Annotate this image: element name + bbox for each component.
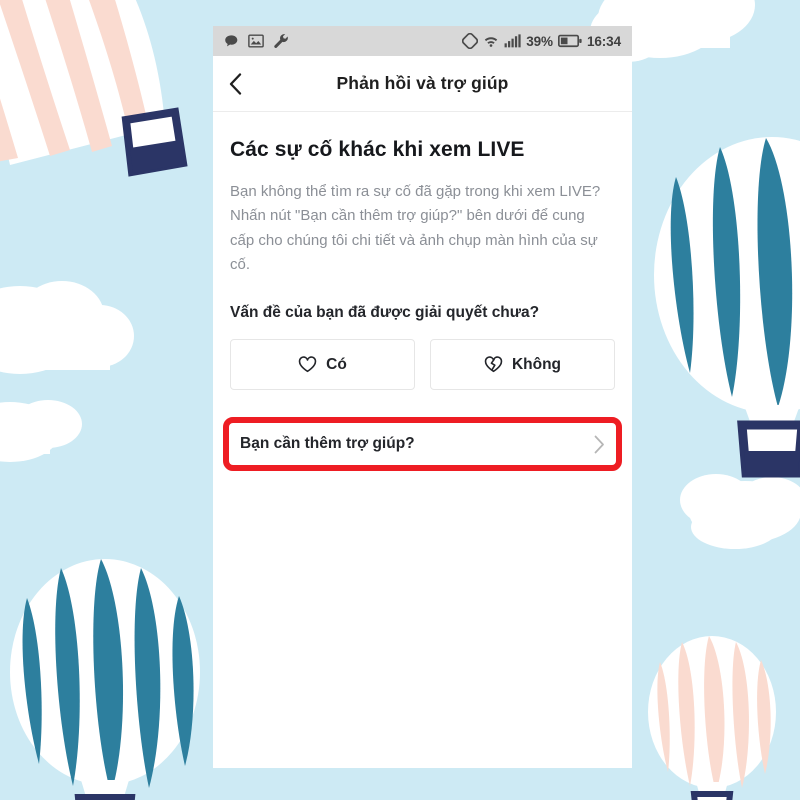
section-heading: Các sự cố khác khi xem LIVE [230,138,525,161]
battery-percent-label: 39% [526,33,553,49]
nav-bar: Phản hồi và trợ giúp [213,56,632,112]
resolution-question: Vấn đề của bạn đã được giải quyết chưa? [230,304,540,322]
broken-heart-icon [484,356,503,373]
answer-no-label: Không [511,355,562,373]
more-help-highlight-wrap: Bạn cần thêm trợ giúp? [223,417,622,472]
wifi-icon [485,37,498,47]
answer-no-button[interactable]: Không [430,339,615,391]
answer-yes-button[interactable]: Có [230,339,415,391]
status-bar-left-icons [224,33,289,49]
wrench-icon [274,34,288,49]
speech-bubble-icon [225,34,238,46]
screenshot-stage: 39% 16:34 Phản hồi và trợ giúp Các sự cố… [0,0,800,800]
rotate-icon [462,33,479,49]
status-bar-right-icons: 39% 16:34 [462,33,621,49]
back-button[interactable] [229,56,269,111]
chevron-right-icon [594,435,604,454]
answer-yes-label: Có [326,355,347,373]
heart-outline-icon [298,356,317,373]
choice-button-row: Có Không [230,339,615,391]
more-help-label: Bạn cần thêm trợ giúp? [240,435,415,453]
balloon-basket [737,420,800,478]
more-help-row[interactable]: Bạn cần thêm trợ giúp? [230,417,615,472]
battery-icon [557,34,582,48]
status-bar: 39% 16:34 [213,26,632,56]
chevron-left-icon [229,72,242,95]
phone-screenshot-panel: 39% 16:34 Phản hồi và trợ giúp Các sự cố… [213,26,632,768]
clock-label: 16:34 [586,33,621,49]
balloon-basket [121,107,188,177]
signal-bars-icon [504,34,521,48]
photo-icon [248,34,264,48]
content-area: Các sự cố khác khi xem LIVE Bạn không th… [213,138,632,472]
page-title: Phản hồi và trợ giúp [336,73,509,93]
section-body-text: Bạn không thể tìm ra sự cố đã gặp trong … [230,183,601,273]
balloon-basket [690,791,734,800]
